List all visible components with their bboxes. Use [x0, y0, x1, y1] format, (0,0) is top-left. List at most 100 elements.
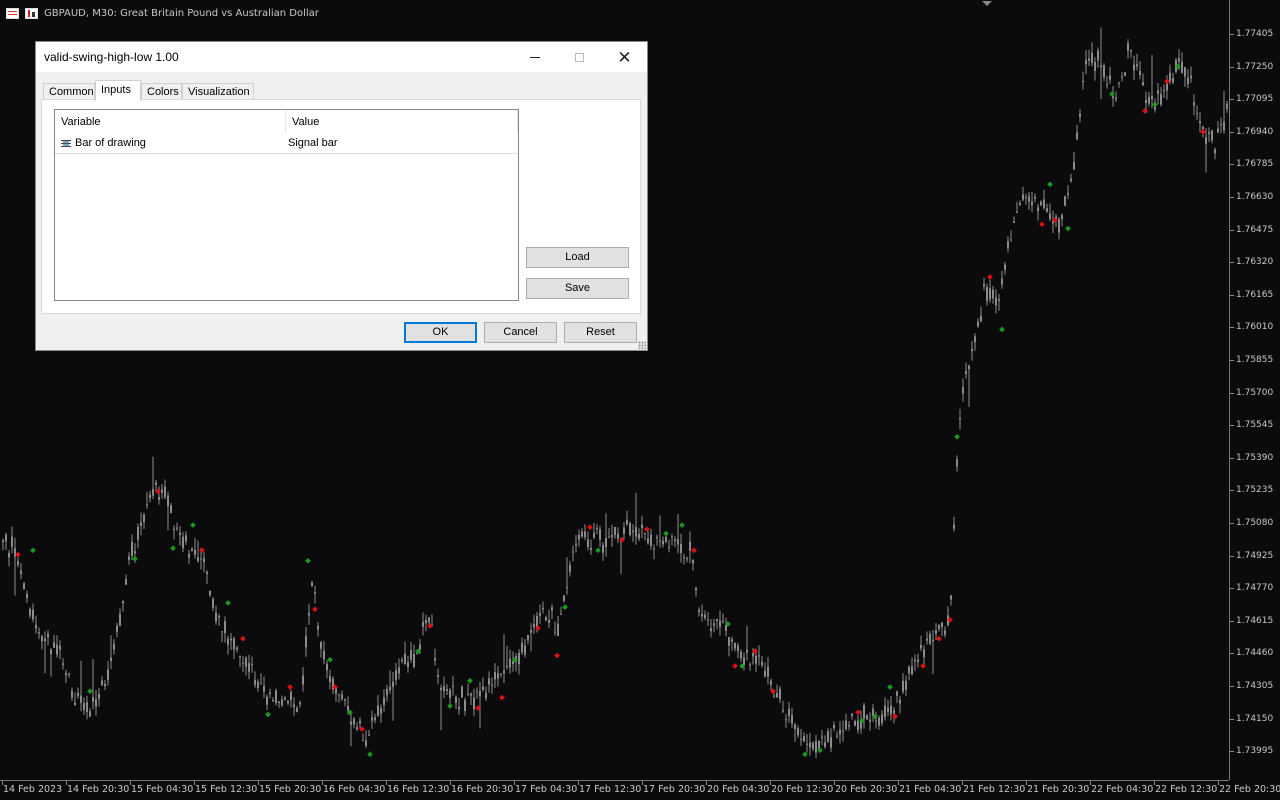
candle-body — [992, 289, 994, 299]
swing-high-marker — [936, 635, 942, 642]
dialog-titlebar[interactable]: valid-swing-high-low 1.00 ✕ — [36, 42, 647, 72]
chart-menu-icon[interactable] — [6, 7, 19, 19]
candle-body — [206, 571, 208, 574]
candle-body — [683, 557, 685, 559]
candle-body — [536, 615, 538, 627]
candle-body — [1016, 211, 1018, 213]
load-button[interactable]: Load — [526, 247, 629, 268]
candle-body — [440, 687, 442, 691]
inputs-grid[interactable]: Variable Value Bar of drawing Signal bar — [54, 109, 519, 301]
candle-body — [1058, 219, 1060, 233]
candle-body — [251, 664, 253, 666]
candle-body — [647, 538, 649, 544]
price-label: 1.75390 — [1236, 452, 1274, 463]
candle-body — [1196, 113, 1198, 115]
candle-body — [74, 702, 76, 706]
candle-body — [1163, 89, 1165, 91]
input-value-cell[interactable]: Signal bar — [288, 137, 338, 149]
swing-low-marker — [87, 688, 93, 695]
candle-body — [44, 638, 46, 642]
candle-body — [1190, 75, 1192, 79]
candle-body — [149, 494, 151, 499]
candle-body — [635, 527, 637, 537]
candle-body — [281, 699, 283, 706]
candle-body — [575, 543, 577, 546]
time-label: 22 Feb 12:30 — [1155, 784, 1218, 795]
minimize-button[interactable] — [512, 42, 557, 72]
candle-body — [638, 533, 640, 539]
chart-type-icon[interactable] — [25, 7, 38, 19]
candle-body — [419, 644, 421, 650]
candle-body — [1118, 82, 1120, 84]
column-header-value[interactable]: Value — [286, 110, 518, 132]
time-label: 21 Feb 04:30 — [899, 784, 962, 795]
candle-body — [176, 527, 178, 529]
swing-low-marker — [663, 530, 669, 537]
candle-body — [344, 699, 346, 701]
candle-body — [1121, 76, 1123, 78]
candle-body — [833, 724, 835, 729]
candle-body — [965, 371, 967, 375]
time-axis[interactable]: 14 Feb 2023 14 Feb 20:30 15 Feb 04:30 15 Fe… — [0, 780, 1280, 800]
candle-body — [404, 653, 406, 665]
save-button[interactable]: Save — [526, 278, 629, 299]
candle-body — [455, 696, 457, 703]
candle-body — [530, 630, 532, 633]
candle-body — [443, 686, 445, 692]
column-header-variable[interactable]: Variable — [55, 110, 286, 132]
close-button[interactable]: ✕ — [602, 42, 647, 72]
candle-body — [170, 505, 172, 513]
time-label: 22 Feb 04:30 — [1091, 784, 1154, 795]
candle-body — [197, 557, 199, 562]
tab-inputs[interactable]: Inputs — [95, 80, 141, 101]
tab-visualization[interactable]: Visualization — [182, 83, 254, 100]
tab-colors[interactable]: Colors — [141, 83, 182, 100]
candle-body — [908, 666, 910, 674]
candle-body — [605, 537, 607, 548]
candle-body — [938, 624, 940, 629]
maximize-button[interactable] — [557, 42, 602, 72]
candle-body — [446, 688, 448, 691]
candle-body — [116, 625, 118, 632]
candle-body — [509, 658, 511, 668]
time-label: 21 Feb 20:30 — [1027, 784, 1090, 795]
candle-body — [110, 657, 112, 661]
candle-body — [1205, 137, 1207, 144]
candle-body — [503, 670, 505, 674]
candle-body — [989, 288, 991, 300]
ok-button[interactable]: OK — [404, 322, 477, 343]
candle-body — [716, 619, 718, 621]
candle-body — [368, 734, 370, 736]
tab-common[interactable]: Common — [43, 83, 95, 100]
candle-body — [932, 639, 934, 642]
reset-button[interactable]: Reset — [564, 322, 637, 343]
candle-body — [500, 673, 502, 675]
price-axis[interactable]: 1.77405 1.77250 1.77095 1.76940 1.76785 1.766… — [1229, 0, 1280, 780]
candle-body — [554, 631, 556, 633]
price-tick — [1230, 751, 1234, 753]
candle-body — [593, 532, 595, 538]
swing-high-marker — [1142, 107, 1148, 114]
swing-high-marker — [1039, 221, 1045, 228]
candle-body — [257, 681, 259, 688]
candle-body — [113, 643, 115, 650]
cancel-button[interactable]: Cancel — [484, 322, 557, 343]
chart-title: GBPAUD, M30: Great Britain Pound vs Aust… — [44, 7, 319, 19]
candle-body — [698, 609, 700, 612]
candle-body — [1040, 201, 1042, 206]
candle-body — [674, 539, 676, 542]
candle-body — [695, 587, 697, 591]
candle-body — [209, 590, 211, 596]
candle-body — [686, 558, 688, 560]
price-label: 1.76320 — [1236, 257, 1274, 268]
table-row[interactable]: Bar of drawing Signal bar — [55, 133, 518, 154]
candle-body — [425, 619, 427, 624]
time-label: 17 Feb 20:30 — [643, 784, 706, 795]
resize-grip-icon[interactable] — [638, 341, 646, 349]
candle-body — [623, 527, 625, 534]
candle-body — [158, 496, 160, 500]
candle-body — [785, 719, 787, 721]
candle-body — [311, 582, 313, 587]
time-label: 16 Feb 20:30 — [451, 784, 514, 795]
candle-body — [164, 486, 166, 498]
